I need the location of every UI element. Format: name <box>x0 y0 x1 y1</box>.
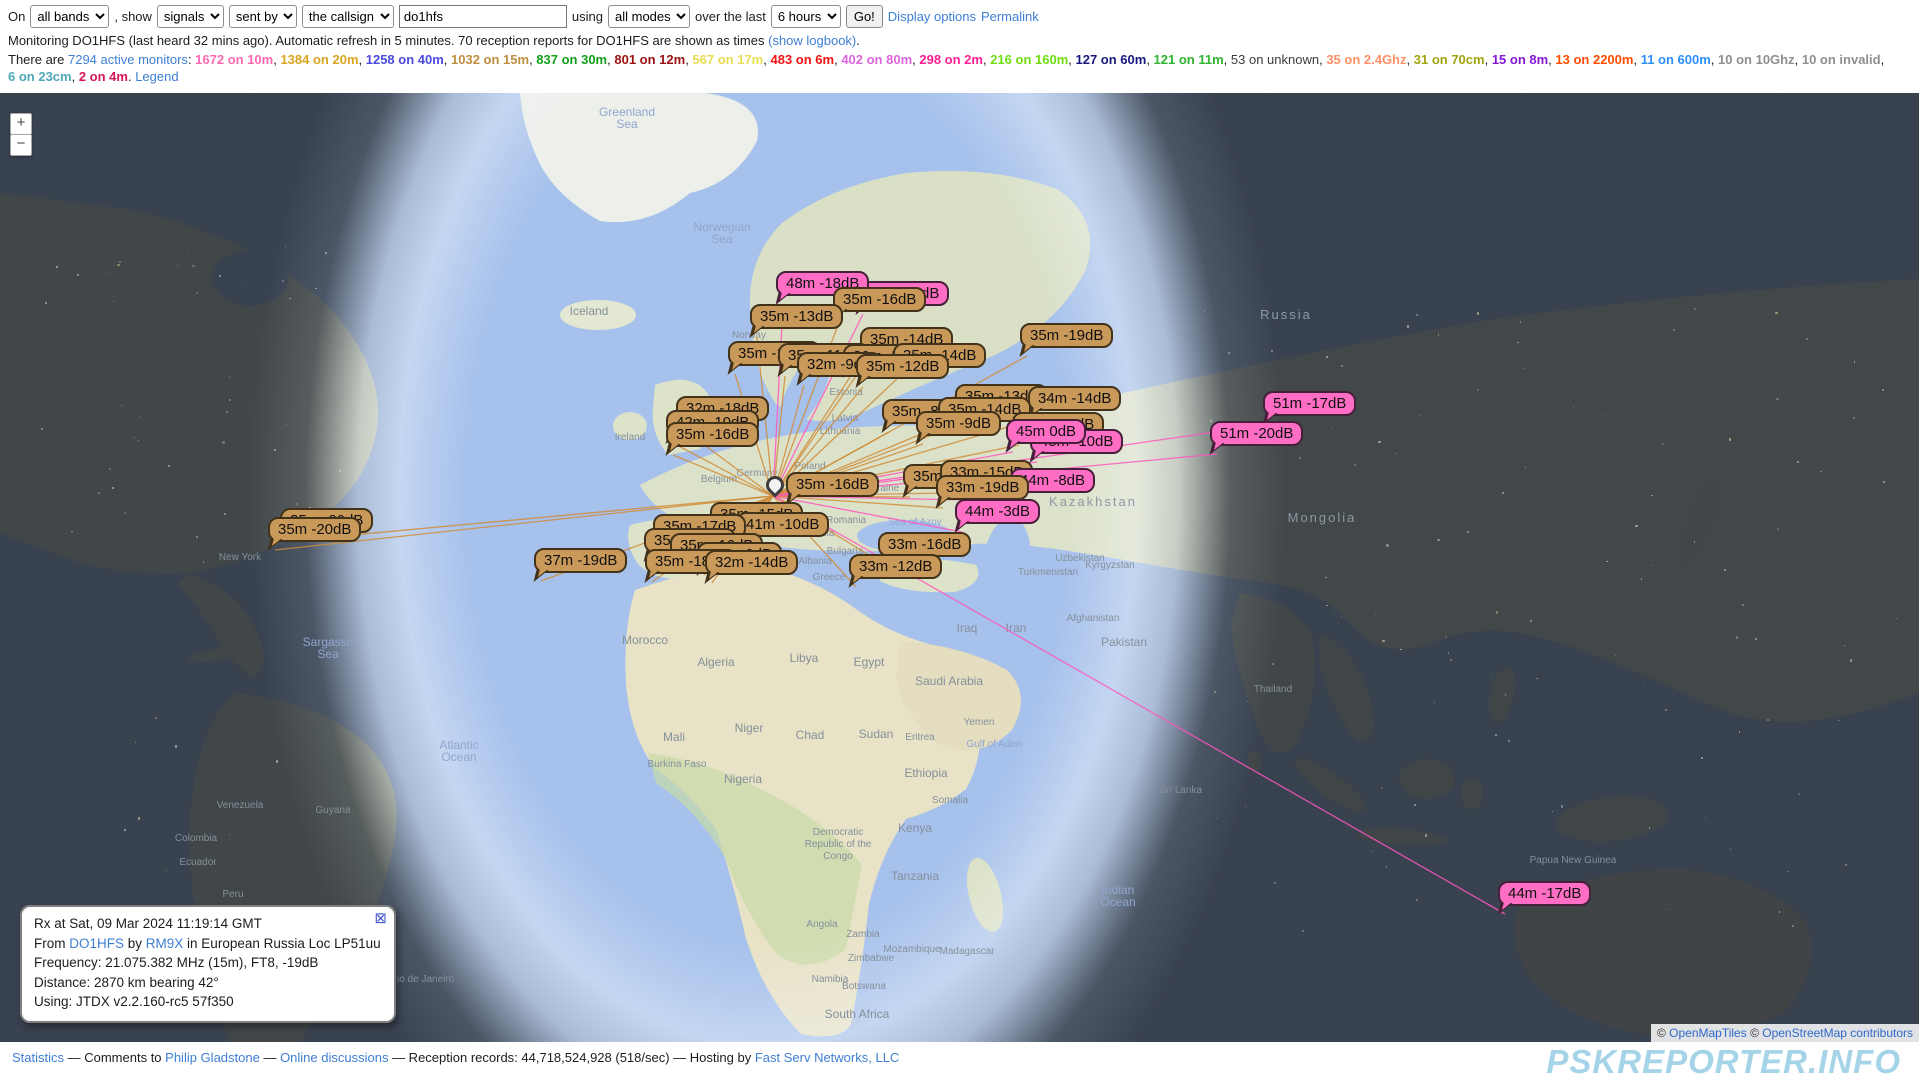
show-logbook-link[interactable]: (show logbook) <box>768 33 856 48</box>
bands-select[interactable]: all bands <box>30 5 109 28</box>
band-count: 1672 on 10m <box>195 52 273 67</box>
callsign-input[interactable] <box>399 5 567 28</box>
author-link[interactable]: Philip Gladstone <box>165 1050 260 1065</box>
band-count: 127 on 60m <box>1075 52 1146 67</box>
band-count: 1258 on 40m <box>366 52 444 67</box>
band-count: 31 on 70cm <box>1414 52 1485 67</box>
go-button[interactable]: Go! <box>846 5 883 28</box>
popup-rx-time: Rx at Sat, 09 Mar 2024 11:19:14 GMT <box>34 914 382 934</box>
pskreporter-watermark: PSKREPORTER.INFO <box>1546 1043 1901 1081</box>
signals-select[interactable]: signals <box>157 5 224 28</box>
copyright-symbol-2: © <box>1747 1026 1763 1040</box>
modes-select[interactable]: all modes <box>608 5 690 28</box>
openstreetmap-link[interactable]: OpenStreetMap contributors <box>1762 1026 1913 1040</box>
zoom-in-button[interactable]: + <box>10 113 32 135</box>
footer-records-text: — Reception records: 44,718,524,928 (518… <box>388 1050 754 1065</box>
band-counts: 1672 on 10m, 1384 on 20m, 1258 on 40m, 1… <box>8 52 1884 84</box>
band-count: 402 on 80m <box>841 52 912 67</box>
monitors-prefix: There are <box>8 52 68 67</box>
statistics-link[interactable]: Statistics <box>12 1050 64 1065</box>
reception-balloon[interactable]: 33m -19dB <box>936 475 1029 500</box>
reception-balloon[interactable]: 35m -16dB <box>833 287 926 312</box>
band-count: 801 on 12m <box>614 52 685 67</box>
monitoring-text: Monitoring DO1HFS (last heard 32 mins ag… <box>8 33 768 48</box>
status-period: . <box>856 33 860 48</box>
reception-balloon[interactable]: 35m -13dB <box>750 304 843 329</box>
permalink-link[interactable]: Permalink <box>981 9 1039 24</box>
callsign-type-select[interactable]: the callsign <box>302 5 394 28</box>
popup-location-text: in European Russia Loc LP51uu <box>183 936 380 951</box>
popup-distance: Distance: 2870 km bearing 42° <box>34 973 382 993</box>
band-count: 121 on 11m <box>1154 52 1224 67</box>
using-label: using <box>572 9 603 24</box>
reception-balloon[interactable]: 45m 0dB <box>1006 419 1086 444</box>
reception-balloon[interactable]: 35m -16dB <box>666 422 759 447</box>
band-count: 10 on 10Ghz <box>1718 52 1795 67</box>
overlast-label: over the last <box>695 9 766 24</box>
footer-sep1: — Comments to <box>64 1050 165 1065</box>
band-count: 1384 on 20m <box>280 52 358 67</box>
monitors-line: There are 7294 active monitors: 1672 on … <box>0 48 1913 85</box>
legend-link[interactable]: Legend <box>135 69 178 84</box>
world-map[interactable]: Greenland SeaNorwegian SeaIcelandNorwayR… <box>0 93 1919 1042</box>
popup-by-label: by <box>124 936 146 951</box>
reception-balloon[interactable]: 33m -12dB <box>849 554 942 579</box>
status-line: Monitoring DO1HFS (last heard 32 mins ag… <box>0 31 1919 48</box>
on-label: On <box>8 9 25 24</box>
reception-balloon[interactable]: 35m -20dB <box>268 517 361 542</box>
band-count: 13 on 2200m <box>1555 52 1633 67</box>
band-count: 1032 on 15m <box>451 52 529 67</box>
reception-balloon[interactable]: 44m -3dB <box>955 499 1040 524</box>
query-toolbar: On all bands , show signals sent by the … <box>0 0 1919 31</box>
sentby-select[interactable]: sent by <box>229 5 297 28</box>
openmaptiles-link[interactable]: OpenMapTiles <box>1669 1026 1747 1040</box>
band-count: 11 on 600m <box>1641 52 1711 67</box>
sender-callsign-link[interactable]: DO1HFS <box>69 936 124 951</box>
popup-software: Using: JTDX v2.2.160-rc5 57f350 <box>34 992 382 1012</box>
footer-sep2: — <box>260 1050 280 1065</box>
zoom-out-button[interactable]: − <box>10 134 32 156</box>
copyright-symbol: © <box>1657 1026 1669 1040</box>
popup-from-label: From <box>34 936 69 951</box>
header: On all bands , show signals sent by the … <box>0 0 1919 93</box>
band-count: 2 on 4m <box>79 69 128 84</box>
reception-balloon[interactable]: 44m -17dB <box>1498 881 1591 906</box>
map-landmasses <box>0 93 1919 1042</box>
close-icon[interactable]: ⊠ <box>374 911 387 926</box>
reception-balloon[interactable]: 32m -14dB <box>705 550 798 575</box>
hosting-link[interactable]: Fast Serv Networks, LLC <box>755 1050 900 1065</box>
reception-balloon[interactable]: 35m -19dB <box>1020 323 1113 348</box>
reception-balloon[interactable]: 51m -17dB <box>1263 391 1356 416</box>
band-count: 10 on invalid <box>1802 52 1881 67</box>
reception-balloon[interactable]: 35m -12dB <box>856 354 949 379</box>
map-attribution: © OpenMapTiles © OpenStreetMap contribut… <box>1651 1024 1919 1042</box>
band-count: 567 on 17m <box>692 52 763 67</box>
reception-balloon[interactable]: 35m -9dB <box>916 411 1001 436</box>
band-count: 483 on 6m <box>770 52 834 67</box>
reception-balloon[interactable]: 35m -16dB <box>786 472 879 497</box>
active-monitors-link[interactable]: 7294 active monitors <box>68 52 188 67</box>
popup-from-line: From DO1HFS by RM9X in European Russia L… <box>34 934 382 954</box>
band-count: 35 on 2.4Ghz <box>1326 52 1406 67</box>
reception-report-popup: ⊠ Rx at Sat, 09 Mar 2024 11:19:14 GMT Fr… <box>20 905 396 1023</box>
band-count: 837 on 30m <box>536 52 607 67</box>
reception-balloon[interactable]: 34m -14dB <box>1028 386 1121 411</box>
band-count: 216 on 160m <box>990 52 1068 67</box>
display-options-link[interactable]: Display options <box>888 9 976 24</box>
period-select[interactable]: 6 hours <box>771 5 841 28</box>
reception-balloon[interactable]: 51m -20dB <box>1210 421 1303 446</box>
band-count: 15 on 8m <box>1492 52 1548 67</box>
band-count: 6 on 23cm <box>8 69 72 84</box>
show-label: , show <box>114 9 152 24</box>
reception-balloon[interactable]: 37m -19dB <box>534 548 627 573</box>
popup-frequency: Frequency: 21.075.382 MHz (15m), FT8, -1… <box>34 953 382 973</box>
receiver-callsign-link[interactable]: RM9X <box>146 936 184 951</box>
discussions-link[interactable]: Online discussions <box>280 1050 388 1065</box>
band-count: 298 on 2m <box>919 52 983 67</box>
band-count: 53 on unknown <box>1231 52 1319 67</box>
